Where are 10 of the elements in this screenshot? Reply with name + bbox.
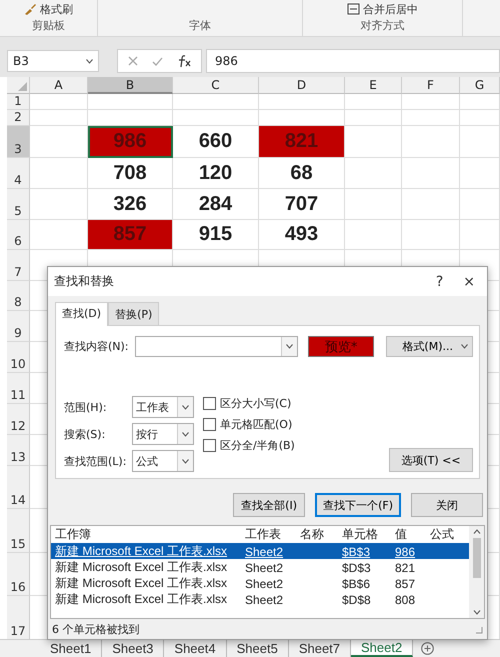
- field-label: 搜索(S):: [64, 426, 106, 442]
- dialog-title: 查找和替换: [54, 273, 115, 290]
- group-label: 剪贴板: [32, 18, 65, 33]
- field-label: 查找范围(L):: [64, 454, 128, 469]
- status-text: 6 个单元格被找到: [52, 622, 140, 637]
- field-label: 范围(H):: [64, 400, 108, 415]
- field-label: 查找内容(N):: [64, 339, 129, 354]
- group-label: 对齐方式: [360, 18, 404, 33]
- group-label: 字体: [189, 18, 211, 33]
- format-preview: 预览*: [308, 336, 374, 358]
